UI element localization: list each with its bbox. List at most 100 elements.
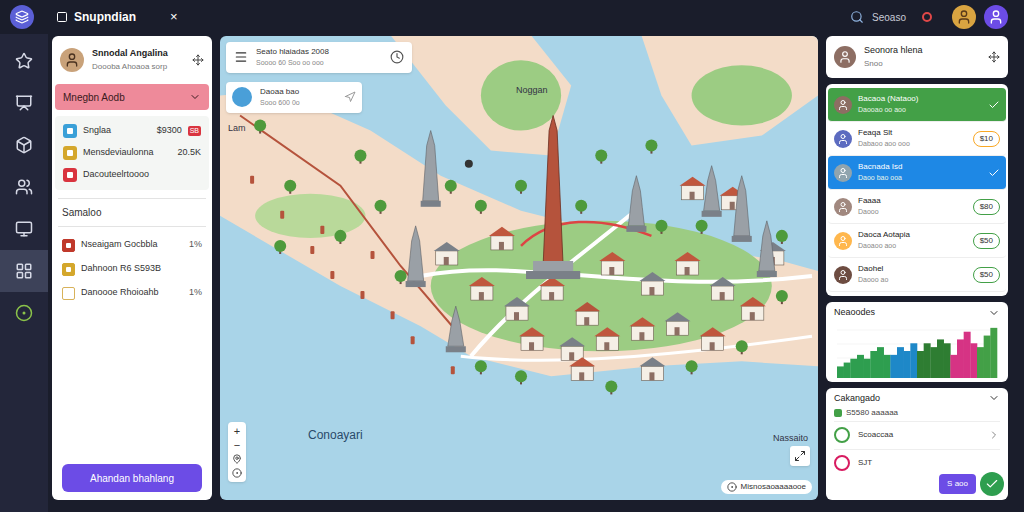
section-row[interactable]: Dahnoon R6 S593B bbox=[52, 257, 212, 281]
chart-bar bbox=[897, 347, 904, 378]
chart-bar bbox=[977, 347, 984, 378]
tower bbox=[702, 166, 722, 217]
place-row[interactable]: Feaqa SltDabaoo aoo ooo$10 bbox=[828, 122, 1006, 156]
account-avatar[interactable] bbox=[984, 5, 1008, 29]
users-icon bbox=[15, 178, 33, 196]
tree bbox=[515, 180, 527, 194]
search-icon[interactable] bbox=[850, 10, 864, 24]
marker bbox=[391, 311, 395, 319]
person-icon bbox=[64, 52, 80, 68]
marker bbox=[411, 336, 415, 344]
rail-item[interactable] bbox=[0, 292, 48, 334]
icon-rail bbox=[0, 34, 48, 512]
card-amount: S5580 aaaaaa bbox=[846, 407, 898, 419]
chevron-down-icon[interactable] bbox=[988, 392, 1000, 404]
chart-bar bbox=[910, 343, 917, 378]
primary-button[interactable]: Ahandan bhahlang bbox=[62, 464, 202, 492]
person-icon bbox=[838, 50, 852, 64]
app-tab[interactable]: Snupndian× bbox=[56, 7, 178, 27]
tower bbox=[406, 226, 426, 287]
rail-item[interactable] bbox=[0, 250, 48, 292]
rail-item[interactable] bbox=[0, 208, 48, 250]
chart-title: Neaoodes bbox=[834, 306, 988, 320]
chart-card: Neaoodes bbox=[826, 302, 1008, 382]
divider bbox=[58, 226, 206, 227]
park bbox=[255, 194, 365, 238]
card-row[interactable]: Scoaccaa bbox=[834, 421, 1000, 447]
tree bbox=[645, 140, 657, 154]
building bbox=[519, 327, 545, 350]
building bbox=[710, 277, 736, 300]
status-text: Seoaso bbox=[872, 10, 906, 25]
user-icon bbox=[956, 9, 972, 25]
price-badge[interactable]: $80 bbox=[973, 199, 1000, 215]
check-icon bbox=[985, 477, 999, 491]
price-badge[interactable]: $10 bbox=[973, 131, 1000, 147]
marker bbox=[320, 226, 324, 234]
stat-row[interactable]: Mensdeviaulonna20.5K bbox=[55, 142, 209, 164]
tower bbox=[626, 176, 646, 232]
row-icon bbox=[62, 263, 75, 276]
navigate-icon[interactable] bbox=[344, 91, 356, 103]
rail-item[interactable] bbox=[0, 124, 48, 166]
compass-icon[interactable] bbox=[232, 468, 242, 478]
map-pin-icon[interactable] bbox=[465, 160, 473, 168]
status-area: Seoaso bbox=[850, 5, 1008, 29]
chart-bar bbox=[984, 335, 991, 377]
park bbox=[692, 65, 792, 125]
tab-icon bbox=[56, 11, 68, 23]
notification-dot[interactable] bbox=[922, 12, 932, 22]
account-icon bbox=[988, 9, 1004, 25]
marker bbox=[360, 291, 364, 299]
card-row[interactable]: SJT bbox=[834, 449, 1000, 475]
map-info-card[interactable]: Daoaa baoSooo 600 0o bbox=[226, 82, 362, 113]
building bbox=[700, 327, 726, 350]
stat-row[interactable]: Snglaa$9300SB bbox=[55, 120, 209, 142]
place-row[interactable]: Bacaoa (Nataoo)Daooao oo aoo bbox=[828, 88, 1006, 122]
clock-icon[interactable] bbox=[390, 50, 404, 64]
building bbox=[559, 337, 585, 360]
chart-bar bbox=[837, 366, 844, 378]
building bbox=[740, 297, 766, 320]
box-icon bbox=[15, 136, 33, 154]
fullscreen-button[interactable] bbox=[790, 446, 810, 466]
chart-bar bbox=[877, 347, 884, 378]
locate-icon[interactable] bbox=[232, 454, 242, 464]
info-title: Daoaa bao bbox=[260, 86, 336, 98]
section-row[interactable]: Nseaigam Gocbbla1% bbox=[52, 233, 212, 257]
presentation-icon bbox=[15, 94, 33, 112]
grid-icon bbox=[15, 262, 33, 280]
zoom-button[interactable]: + bbox=[234, 424, 240, 438]
rail-item[interactable] bbox=[0, 166, 48, 208]
section-row[interactable]: Danoooe Rhoioahb1% bbox=[52, 281, 212, 305]
move-icon[interactable] bbox=[192, 54, 204, 66]
chevron-down-icon[interactable] bbox=[988, 307, 1000, 319]
price-badge[interactable]: $50 bbox=[973, 233, 1000, 249]
place-row[interactable]: DaohelDaooo ao$50 bbox=[828, 258, 1006, 292]
user-avatar[interactable] bbox=[952, 5, 976, 29]
park bbox=[481, 60, 561, 130]
place-row[interactable]: Bacnada IsdDaoo bao ooa bbox=[828, 156, 1006, 190]
chart-bar bbox=[850, 358, 857, 377]
confirm-button[interactable] bbox=[980, 472, 1004, 496]
zoom-button[interactable]: − bbox=[234, 438, 240, 452]
action-button[interactable]: S aoo bbox=[939, 474, 976, 494]
place-row[interactable]: FaaaaDaooo$80 bbox=[828, 190, 1006, 224]
map-search[interactable]: Seato hlaiadas 2008Soooo 60 Soo oo ooo bbox=[226, 42, 412, 73]
rail-item[interactable] bbox=[0, 40, 48, 82]
zoom-controls: +− bbox=[228, 422, 246, 482]
avatar[interactable] bbox=[60, 48, 84, 72]
filter-dropdown[interactable]: Mnegbn Aodb bbox=[55, 84, 209, 110]
building bbox=[539, 277, 565, 300]
place-row[interactable]: Daoca AotapiaDaoaoo aoo$50 bbox=[828, 224, 1006, 258]
price-badge[interactable]: $50 bbox=[973, 267, 1000, 283]
stat-row[interactable]: Dacouteelrtoooo bbox=[55, 164, 209, 186]
logo[interactable] bbox=[10, 5, 34, 29]
tree bbox=[776, 290, 788, 304]
close-button[interactable]: × bbox=[170, 7, 178, 27]
avatar[interactable] bbox=[834, 46, 856, 68]
rail-item[interactable] bbox=[0, 82, 48, 124]
person-icon bbox=[837, 201, 849, 213]
chart-bar bbox=[937, 339, 944, 378]
move-icon[interactable] bbox=[988, 51, 1000, 63]
